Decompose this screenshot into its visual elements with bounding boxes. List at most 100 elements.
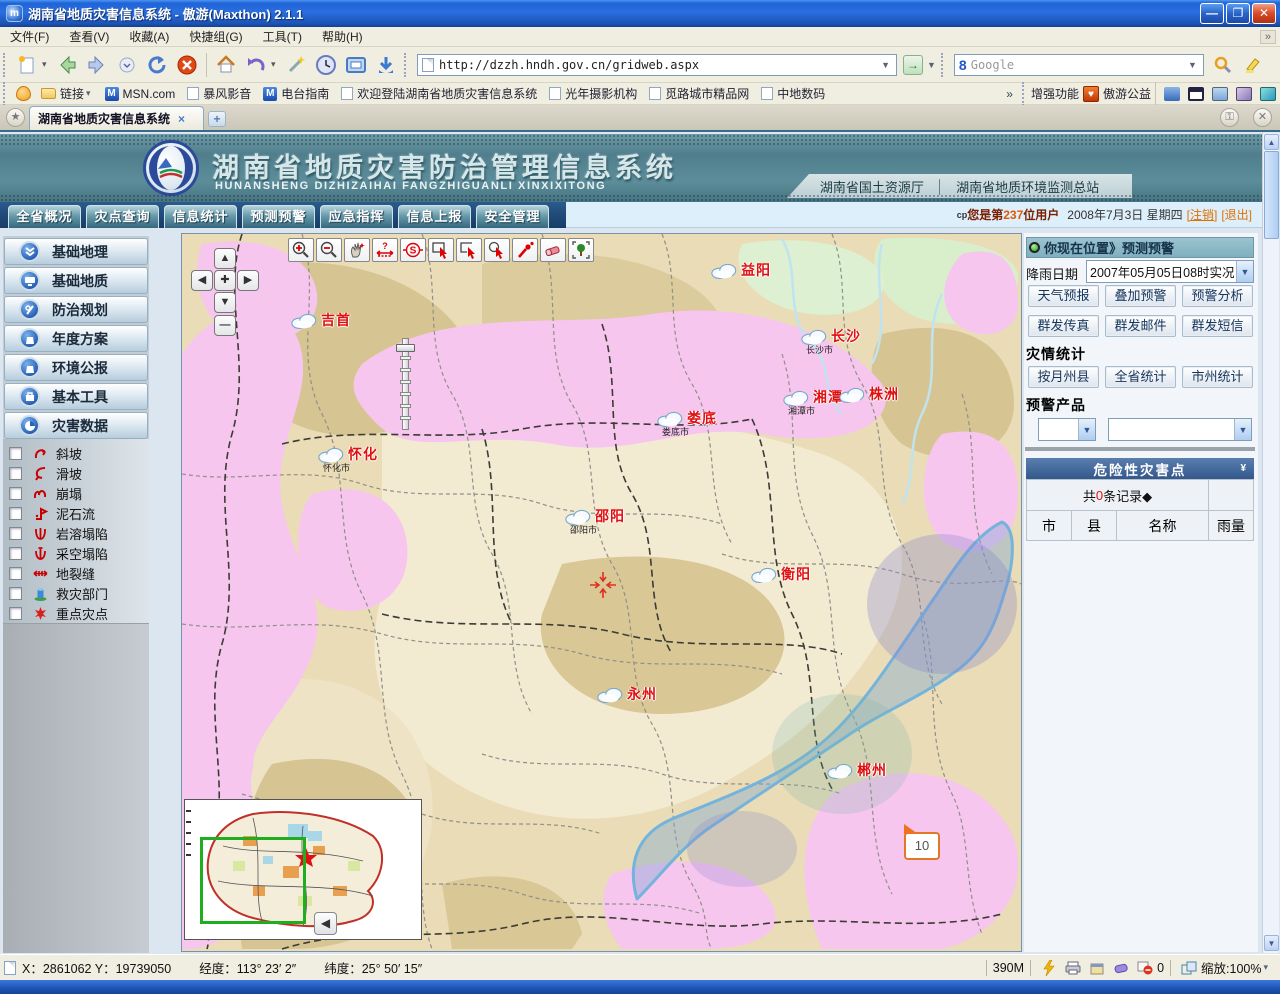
collapse-chevron-icon[interactable]: ¥ bbox=[1240, 463, 1246, 474]
pan-down-button[interactable]: ▼ bbox=[214, 292, 236, 313]
sidebar-item-prevention-plan[interactable]: 防治规划 bbox=[4, 296, 148, 323]
printer-icon[interactable] bbox=[1064, 960, 1082, 976]
mass-sms-button[interactable]: 群发短信 bbox=[1182, 315, 1253, 337]
go-button[interactable]: → bbox=[903, 55, 923, 75]
nav-tab-security[interactable]: 安全管理 bbox=[476, 205, 549, 228]
stop-icon[interactable] bbox=[174, 52, 200, 78]
pan-center-button[interactable]: ✚ bbox=[214, 270, 236, 291]
tab-active[interactable]: 湖南省地质灾害信息系统 × bbox=[29, 106, 204, 130]
window-icon[interactable] bbox=[1188, 87, 1204, 101]
download-icon[interactable] bbox=[373, 52, 399, 78]
undo-icon[interactable] bbox=[243, 52, 269, 78]
link-milu[interactable]: 觅路城市精品网 bbox=[649, 85, 749, 102]
forward-icon[interactable] bbox=[84, 52, 110, 78]
boost-lightning-icon[interactable] bbox=[1040, 960, 1058, 976]
city-marker-yongzhou[interactable]: 永州 bbox=[596, 684, 657, 704]
address-url[interactable]: http://dzzh.hndh.gov.cn/gridweb.aspx bbox=[439, 58, 879, 72]
overview-extent-rect[interactable] bbox=[200, 837, 306, 924]
zoom-level[interactable]: 缩放:100% bbox=[1201, 958, 1261, 977]
city-marker-yiyang[interactable]: 益阳 bbox=[710, 260, 771, 280]
link-geo-monitor[interactable]: 湖南省地质环境监测总站 bbox=[944, 177, 1111, 196]
popup-blocker-icon[interactable] bbox=[1136, 960, 1154, 976]
sidebar-item-disaster-data[interactable]: 灾害数据 bbox=[4, 412, 148, 439]
chevron-down-icon[interactable]: ▼ bbox=[1078, 419, 1095, 440]
restore-button[interactable]: ❐ bbox=[1226, 3, 1250, 24]
menu-favorites[interactable]: 收藏(A) bbox=[119, 26, 179, 47]
warning-analysis-button[interactable]: 预警分析 bbox=[1182, 285, 1253, 307]
search-icon[interactable] bbox=[1210, 52, 1236, 78]
rect-select-tool[interactable] bbox=[428, 238, 454, 262]
city-marker-loudi[interactable]: 娄底 娄底市 bbox=[656, 408, 717, 428]
menu-overflow-icon[interactable]: » bbox=[1260, 30, 1276, 44]
full-extent-tool[interactable] bbox=[568, 238, 594, 262]
mass-email-button[interactable]: 群发邮件 bbox=[1105, 315, 1176, 337]
zoom-out-tool[interactable] bbox=[316, 238, 342, 262]
scroll-down-icon[interactable]: ▼ bbox=[1264, 935, 1279, 951]
undo-dropdown[interactable]: ▾ bbox=[271, 59, 281, 70]
scroll-thumb[interactable] bbox=[1264, 151, 1279, 239]
home-icon[interactable] bbox=[213, 52, 239, 78]
nav-tab-emergency[interactable]: 应急指挥 bbox=[320, 205, 393, 228]
city-marker-xiangtan[interactable]: 湘潭 湘潭市 bbox=[782, 387, 843, 407]
pan-up-button[interactable]: ▲ bbox=[214, 248, 236, 269]
links-overflow-icon[interactable]: » bbox=[1000, 87, 1019, 101]
nav-tab-report[interactable]: 信息上报 bbox=[398, 205, 471, 228]
links-dropdown-icon[interactable]: ▾ bbox=[84, 88, 93, 99]
messenger-icon[interactable] bbox=[1164, 87, 1180, 101]
link-land-resources[interactable]: 湖南省国土资源厅 bbox=[808, 177, 936, 196]
city-marker-shaoyang[interactable]: 邵阳 邵阳市 bbox=[564, 506, 625, 526]
page-scrollbar[interactable]: ▲ ▼ bbox=[1262, 133, 1279, 953]
layer-checkbox[interactable] bbox=[9, 547, 22, 560]
favorites-heart-icon[interactable] bbox=[16, 86, 31, 101]
layer-checkbox[interactable] bbox=[9, 467, 22, 480]
menu-view[interactable]: 查看(V) bbox=[59, 26, 119, 47]
tab-settings-wrench-icon[interactable]: ⚿ bbox=[1220, 108, 1239, 127]
city-marker-huaihua[interactable]: 怀化 怀化市 bbox=[317, 444, 378, 464]
layer-checkbox[interactable] bbox=[9, 487, 22, 500]
tab-close-all-icon[interactable]: ✕ bbox=[1253, 108, 1272, 127]
layer-checkbox[interactable] bbox=[9, 587, 22, 600]
link-photo[interactable]: 光年摄影机构 bbox=[549, 85, 637, 102]
magic-wand-icon[interactable] bbox=[283, 52, 309, 78]
danger-points-header[interactable]: 危险性灾害点 ¥ bbox=[1026, 458, 1254, 479]
pan-left-button[interactable]: ◀ bbox=[191, 270, 213, 291]
layer-checkbox[interactable] bbox=[9, 567, 22, 580]
overview-collapse-button[interactable]: ◀ bbox=[314, 912, 337, 935]
rain-date-select[interactable]: 2007年05月05日08时实况 ▼ bbox=[1086, 260, 1254, 283]
rainfall-flag-marker[interactable]: 10 bbox=[904, 832, 940, 860]
chevron-down-icon[interactable]: ▼ bbox=[1234, 419, 1251, 440]
nav-tab-forecast[interactable]: 预测预警 bbox=[242, 205, 315, 228]
refresh-icon[interactable] bbox=[144, 52, 170, 78]
product-type-select[interactable]: ▼ bbox=[1038, 418, 1096, 441]
clock-icon[interactable] bbox=[313, 52, 339, 78]
favorites-star-icon[interactable]: ★ bbox=[6, 108, 25, 127]
menu-tools[interactable]: 工具(T) bbox=[253, 26, 312, 47]
pens-icon[interactable] bbox=[1236, 87, 1252, 101]
mass-fax-button[interactable]: 群发传真 bbox=[1028, 315, 1099, 337]
charity-shield-icon[interactable]: ♥ bbox=[1083, 86, 1099, 102]
city-marker-zhuzhou[interactable]: 株洲 bbox=[838, 384, 899, 404]
skin-icon[interactable] bbox=[1260, 87, 1276, 101]
eraser-icon[interactable] bbox=[1112, 960, 1130, 976]
layer-checkbox[interactable] bbox=[9, 507, 22, 520]
city-marker-jishou[interactable]: 吉首 bbox=[290, 310, 351, 330]
screen-capture-icon[interactable] bbox=[343, 52, 369, 78]
scale-tool[interactable]: S bbox=[400, 238, 426, 262]
province-stats-button[interactable]: 全省统计 bbox=[1105, 366, 1176, 388]
back-icon[interactable] bbox=[54, 52, 80, 78]
close-button[interactable]: ✕ bbox=[1252, 3, 1276, 24]
city-marker-hengyang[interactable]: 衡阳 bbox=[750, 564, 811, 584]
measure-tool[interactable]: ? bbox=[372, 238, 398, 262]
city-marker-chenzhou[interactable]: 郴州 bbox=[826, 760, 887, 780]
sidebar-item-env-bulletin[interactable]: 环境公报 bbox=[4, 354, 148, 381]
logout-link[interactable]: [注销] bbox=[1187, 206, 1218, 223]
links-folder[interactable]: 链接 ▾ bbox=[41, 85, 93, 102]
link-baofeng[interactable]: 暴风影音 bbox=[187, 85, 251, 102]
exit-link[interactable]: [退出] bbox=[1221, 206, 1252, 223]
weather-forecast-button[interactable]: 天气预报 bbox=[1028, 285, 1099, 307]
sidebar-item-base-geology[interactable]: 基础地质 bbox=[4, 267, 148, 294]
zoom-in-tool[interactable] bbox=[288, 238, 314, 262]
menu-groups[interactable]: 快捷组(G) bbox=[179, 26, 252, 47]
link-radio[interactable]: M电台指南 bbox=[263, 85, 329, 102]
nav-tab-stats[interactable]: 信息统计 bbox=[164, 205, 237, 228]
